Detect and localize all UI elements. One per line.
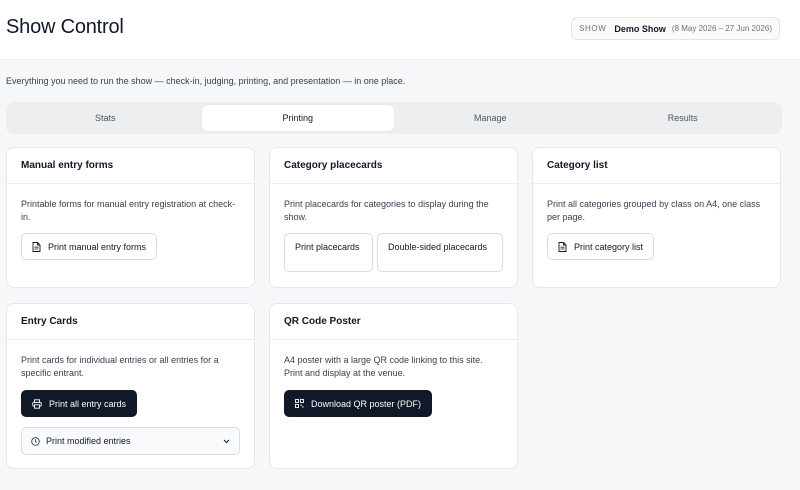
qr-code-icon <box>295 399 304 408</box>
document-icon <box>558 241 567 252</box>
print-all-entry-cards-button[interactable]: Print all entry cards <box>21 390 138 417</box>
category-placecards-card: Category placecards Print placecards for… <box>269 147 518 288</box>
entry-cards-card: Entry Cards Print cards for individual e… <box>6 303 255 469</box>
tab-manage[interactable]: Manage <box>394 105 587 131</box>
tab-results[interactable]: Results <box>587 105 780 131</box>
card-description: Print all categories grouped by class on… <box>547 199 761 222</box>
qr-code-poster-card: QR Code Poster A4 poster with a large QR… <box>269 303 518 469</box>
select-label: Print modified entries <box>46 436 131 446</box>
tab-printing[interactable]: Printing <box>201 105 394 131</box>
button-label: Print category list <box>574 241 644 252</box>
intro-text: Everything you need to run the show — ch… <box>6 76 406 86</box>
card-title: Category placecards <box>270 148 517 184</box>
double-sided-placecards-button[interactable]: Double-sided placecards <box>377 233 503 272</box>
show-badge-name: Demo Show <box>614 23 666 34</box>
chevron-down-icon <box>223 436 230 446</box>
card-description: A4 poster with a large QR code linking t… <box>284 355 483 378</box>
button-label: Download QR poster (PDF) <box>311 398 422 409</box>
card-title: QR Code Poster <box>270 304 517 340</box>
card-title: Entry Cards <box>7 304 254 340</box>
card-title: Manual entry forms <box>7 148 254 184</box>
card-description: Printable forms for manual entry registr… <box>21 199 236 222</box>
show-badge-label: SHOW <box>579 24 607 33</box>
card-description: Print placecards for categories to displ… <box>284 199 489 222</box>
show-badge-dates: (8 May 2026 – 27 Jun 2026) <box>671 24 772 33</box>
document-icon <box>32 241 41 252</box>
print-category-list-button[interactable]: Print category list <box>547 233 655 260</box>
page-title: Show Control <box>6 16 124 38</box>
show-badge: SHOW Demo Show (8 May 2026 – 27 Jun 2026… <box>571 17 780 40</box>
page-header: Show Control SHOW Demo Show (8 May 2026 … <box>0 0 800 60</box>
download-qr-poster-button[interactable]: Download QR poster (PDF) <box>284 390 433 417</box>
print-modified-entries-select[interactable]: Print modified entries <box>21 427 240 455</box>
print-manual-entry-forms-button[interactable]: Print manual entry forms <box>21 233 158 260</box>
button-label: Print manual entry forms <box>48 241 147 252</box>
card-title: Category list <box>533 148 780 184</box>
manual-entry-forms-card: Manual entry forms Printable forms for m… <box>6 147 255 288</box>
card-description: Print cards for individual entries or al… <box>21 355 219 378</box>
button-label: Print all entry cards <box>49 398 127 409</box>
clock-icon <box>31 436 40 446</box>
tab-bar: Stats Printing Manage Results <box>6 102 782 134</box>
print-placecards-button[interactable]: Print placecards <box>284 233 373 272</box>
category-list-card: Category list Print all categories group… <box>532 147 781 288</box>
tab-stats[interactable]: Stats <box>9 105 202 131</box>
printer-icon <box>32 398 42 409</box>
